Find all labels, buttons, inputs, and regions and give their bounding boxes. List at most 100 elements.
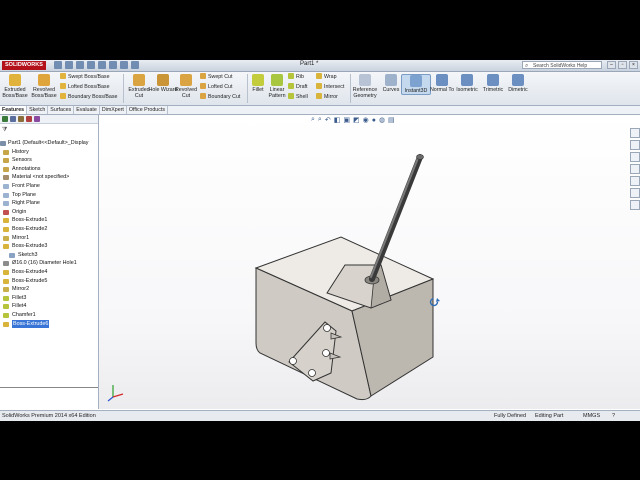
intersect-button[interactable]: Intersect [316,83,344,91]
tree-node[interactable]: Front Plane [0,182,98,191]
open-file-icon[interactable] [65,61,73,69]
swept-cut-button[interactable]: Swept Cut [200,73,232,81]
tree-node[interactable]: Boss-Extrude4 [0,268,98,277]
task-pane-tabs [630,128,640,212]
trimetric-label: Trimetric [482,87,504,93]
custom-properties-icon[interactable] [630,188,640,198]
swept-boss-button[interactable]: Swept Boss/Base [60,73,110,81]
graphics-area[interactable]: ⌕ ⌕ ↶ ◧ ▣ ◩ ◉ ● ◍ ▤ [99,115,640,409]
tree-node-label: Ø16.0 (16) Diameter Hole1 [12,260,77,267]
fillet-feature-icon [3,304,9,310]
tree-node[interactable]: Part1 (Default<<Default>_Display [0,139,98,148]
file-explorer-icon[interactable] [630,152,640,162]
tree-node[interactable]: Chamfer1 [0,311,98,320]
tree-node[interactable]: Mirror1 [0,234,98,243]
tree-node[interactable]: Top Plane [0,191,98,200]
tree-node[interactable]: Sketch3 [0,251,98,260]
minimize-button[interactable]: – [607,61,616,69]
tree-node[interactable]: Fillet3 [0,294,98,303]
boundary-boss-button[interactable]: Boundary Boss/Base [60,93,117,101]
tree-node[interactable]: Ø16.0 (16) Diameter Hole1 [0,259,98,268]
lever-tip [416,154,424,160]
tree-node[interactable]: Material <not specified> [0,173,98,182]
tree-node-label: Front Plane [12,183,40,189]
display-manager-icon[interactable] [34,116,40,122]
new-file-icon[interactable] [54,61,62,69]
rib-button[interactable]: Rib [288,73,304,81]
print-icon[interactable] [87,61,95,69]
rib-label: Rib [296,74,304,80]
tree-node-label: Part1 (Default<<Default>_Display [8,140,89,146]
lever-rod-highlight [370,157,419,278]
options-icon[interactable] [131,61,139,69]
part-model[interactable] [99,115,640,409]
feature-tree-icon[interactable] [2,116,8,122]
shell-button[interactable]: Shell [288,93,308,101]
tree-node-label: History [12,148,29,155]
tree-node[interactable]: Boss-Extrude2 [0,225,98,234]
configuration-manager-icon[interactable] [18,116,24,122]
dimetric-button[interactable]: Dimetric [503,74,533,93]
restore-button[interactable]: ▫ [618,61,627,69]
save-icon[interactable] [76,61,84,69]
revolved-boss-button[interactable]: Revolved Boss/Base [29,74,59,99]
tree-node[interactable]: Boss-Extrude1 [0,216,98,225]
tab-sketch[interactable]: Sketch [27,106,49,114]
linear-pattern-label: Linear Pattern [268,87,286,99]
tab-office-products[interactable]: Office Products [127,106,169,114]
draft-button[interactable]: Draft [288,83,307,91]
resources-icon[interactable] [630,128,640,138]
help-search-input[interactable]: ⌕ Search SolidWorks Help [522,61,602,69]
hole-wizard-icon [157,74,169,86]
design-library-icon[interactable] [630,140,640,150]
tree-node[interactable]: Annotations [0,165,98,174]
tab-dimxpert[interactable]: DimXpert [100,106,127,114]
tree-node[interactable]: Right Plane [0,199,98,208]
lofted-cut-button[interactable]: Lofted Cut [200,83,232,91]
dimxpert-manager-icon[interactable] [26,116,32,122]
material-icon [3,175,9,181]
property-manager-icon[interactable] [10,116,16,122]
mirror-button[interactable]: Mirror [316,93,338,101]
extrude-icon [3,227,9,232]
command-tabs: Features Sketch Surfaces Evaluate DimXpe… [0,106,640,115]
tree-node-selected[interactable]: Boss-Extrude6 [0,319,98,329]
tab-features[interactable]: Features [0,106,28,114]
view-palette-icon[interactable] [630,164,640,174]
tree-node[interactable]: Boss-Extrude3 [0,242,98,251]
view-triad [107,385,124,402]
panel-tab-strip [0,115,98,124]
tab-evaluate[interactable]: Evaluate [74,106,100,114]
tree-node[interactable]: Origin [0,208,98,217]
tree-node[interactable]: History [0,148,98,157]
extruded-boss-label: Extruded Boss/Base [2,87,28,99]
wrap-icon [316,73,322,79]
select-icon[interactable] [109,61,117,69]
appearances-icon[interactable] [630,176,640,186]
lofted-boss-icon [60,83,66,89]
tree-node[interactable]: Boss-Extrude5 [0,277,98,286]
instant3d-icon [410,75,422,87]
solidworks-forum-icon[interactable] [630,200,640,210]
wrap-button[interactable]: Wrap [316,73,337,81]
bracket-hole [322,349,330,357]
shell-label: Shell [296,94,308,100]
unit-system[interactable]: MMGS [583,412,600,421]
tree-node[interactable]: Mirror2 [0,285,98,294]
boundary-cut-button[interactable]: Boundary Cut [200,93,240,101]
revolved-cut-button[interactable]: Revolved Cut [171,74,201,99]
swept-boss-label: Swept Boss/Base [68,74,110,80]
rollback-bar[interactable] [0,387,98,388]
close-button[interactable]: × [629,61,638,69]
undo-icon[interactable] [98,61,106,69]
tree-node[interactable]: Sensors [0,156,98,165]
swept-boss-icon [60,73,66,79]
tab-surfaces[interactable]: Surfaces [48,106,75,114]
filter-icon[interactable]: ⧩ [2,127,7,134]
extruded-boss-button[interactable]: Extruded Boss/Base [0,74,30,99]
lever-rod[interactable] [369,154,423,282]
help-icon[interactable]: ? [612,412,615,421]
tree-node[interactable]: Fillet4 [0,302,98,311]
lofted-boss-button[interactable]: Lofted Boss/Base [60,83,110,91]
rebuild-icon[interactable] [120,61,128,69]
